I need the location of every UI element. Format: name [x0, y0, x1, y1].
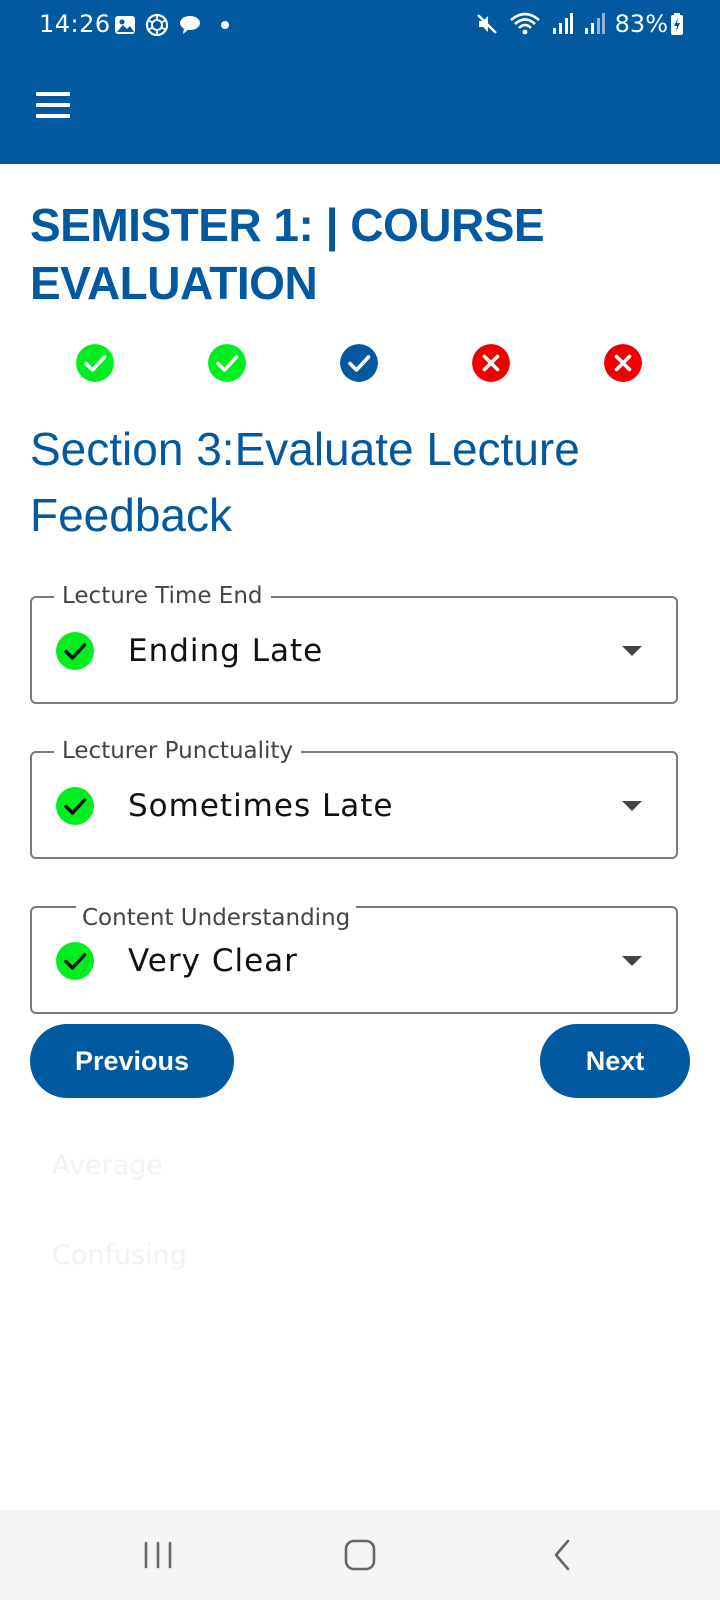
- hamburger-menu-icon[interactable]: [32, 88, 76, 124]
- check-circle-icon: [56, 632, 94, 670]
- system-navigation-bar: [0, 1510, 720, 1600]
- step-3-current-check-circle-icon: [340, 344, 378, 382]
- signal-icon: [552, 13, 573, 34]
- previous-button[interactable]: Previous: [30, 1024, 234, 1098]
- battery-charging-icon: [671, 13, 683, 35]
- faded-option: Confusing: [52, 1240, 187, 1271]
- field-label: Lecture Time End: [54, 582, 271, 610]
- home-icon[interactable]: [330, 1530, 390, 1580]
- lecture-time-end-dropdown[interactable]: Lecture Time End Ending Late: [30, 582, 678, 704]
- wifi-icon: [509, 12, 540, 35]
- check-circle-icon: [56, 787, 94, 825]
- faded-option: Average: [52, 1150, 163, 1181]
- status-notification-icons: [114, 12, 232, 38]
- field-value: Very Clear: [128, 943, 298, 979]
- next-button[interactable]: Next: [540, 1024, 690, 1098]
- section-title: Section 3:Evaluate Lecture Feedback: [30, 423, 580, 541]
- field-value: Sometimes Late: [128, 788, 394, 824]
- step-1-complete-check-circle-icon: [76, 344, 114, 382]
- app-bar: 14:26 83%: [0, 0, 720, 164]
- chatgpt-icon: [145, 13, 169, 37]
- step-4-incomplete-x-circle-icon: [472, 344, 510, 382]
- gallery-icon: [115, 16, 135, 34]
- battery-percentage: 83%: [614, 10, 668, 38]
- step-5-incomplete-x-circle-icon: [604, 344, 642, 382]
- lecturer-punctuality-dropdown[interactable]: Lecturer Punctuality Sometimes Late: [30, 737, 678, 859]
- chat-bubble-icon: [180, 16, 200, 34]
- check-circle-icon: [56, 942, 94, 980]
- back-icon[interactable]: [532, 1530, 592, 1580]
- chevron-down-icon: [622, 956, 642, 966]
- chevron-down-icon: [622, 801, 642, 811]
- step-2-complete-check-circle-icon: [208, 344, 246, 382]
- status-time: 14:26: [39, 10, 111, 38]
- chevron-down-icon: [622, 646, 642, 656]
- recents-icon[interactable]: [128, 1530, 188, 1580]
- status-system-icons: 83%: [475, 10, 684, 38]
- signal-icon-2: [584, 13, 605, 34]
- dot-icon: [221, 21, 229, 29]
- progress-steps: [0, 344, 720, 384]
- content-understanding-dropdown[interactable]: Content Understanding Very Clear: [30, 904, 678, 1014]
- page-title: SEMISTER 1: | COURSE EVALUATION: [30, 199, 545, 309]
- field-label: Content Understanding: [76, 904, 357, 932]
- field-label: Lecturer Punctuality: [54, 737, 302, 765]
- mute-icon: [476, 14, 497, 34]
- field-value: Ending Late: [128, 633, 324, 669]
